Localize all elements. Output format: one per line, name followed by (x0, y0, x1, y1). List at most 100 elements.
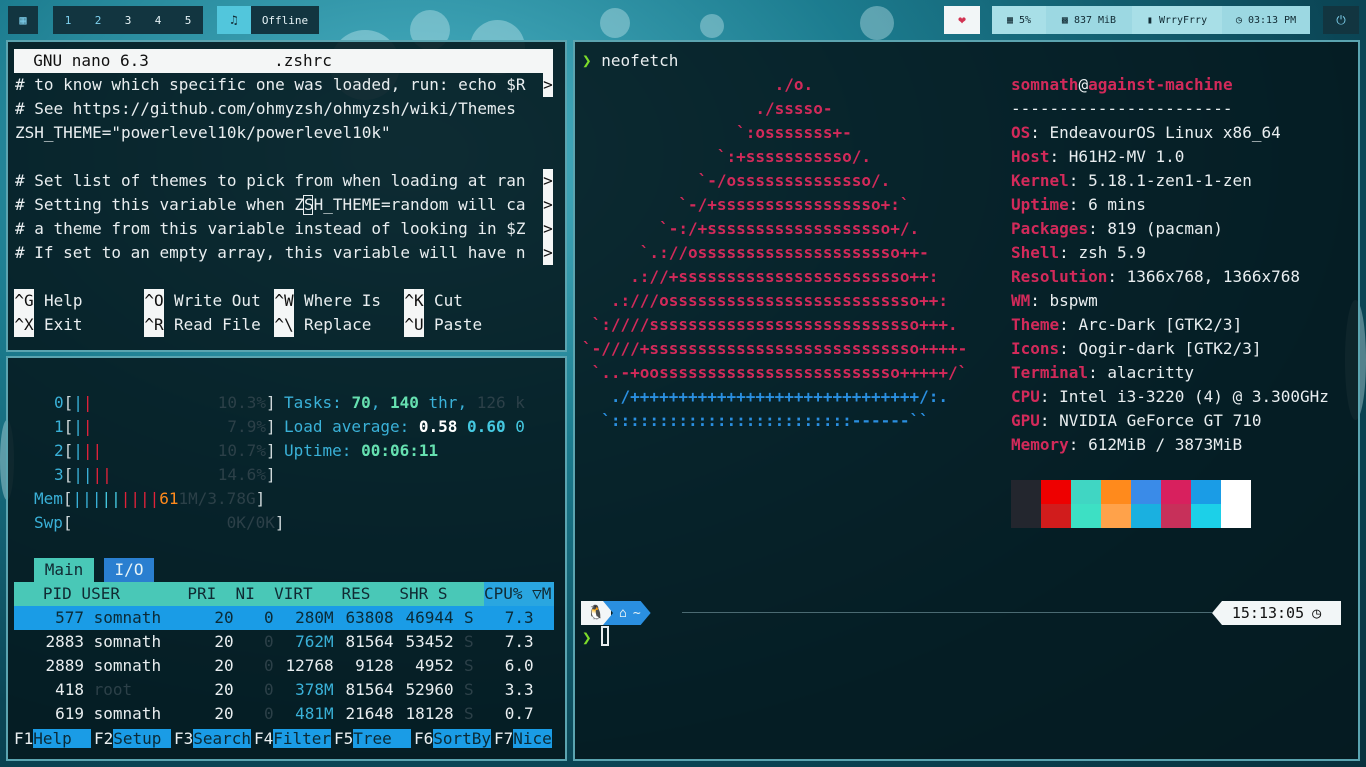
nano-title-bar: GNU nano 6.3 .zshrc (14, 49, 553, 73)
logo-art-line: .:///ossssssssssssssssssssssssso++: (582, 291, 949, 310)
neofetch-info-uptime: Uptime: 6 mins (1011, 195, 1146, 214)
neofetch-info-packages: Packages: 819 (pacman) (1011, 219, 1223, 238)
memory-widget: ▩ 837 MiB (1046, 6, 1132, 34)
menu-grid-icon[interactable]: ▦ (8, 6, 38, 34)
line-overflow-marker: > (543, 241, 553, 265)
cpu-meter-1: 1[|| 7.9%] (54, 417, 276, 436)
neofetch-info-cpu: CPU: Intel i3-3220 (4) @ 3.300GHz (1011, 387, 1329, 406)
workspace-switcher: 1 2 3 4 5 (53, 6, 203, 34)
color-swatch (1191, 480, 1221, 504)
line-overflow-marker: > (543, 193, 553, 217)
shortcut-label-read-file: Read File (174, 315, 261, 334)
prompt-arrow: ❯ (582, 628, 592, 647)
power-icon[interactable]: ⏻ (1323, 6, 1359, 34)
logo-art-line: `:::::::::::::::::::::::::------`` (582, 411, 929, 430)
cpu-icon: ▦ (1006, 14, 1019, 26)
shortcut-key-where-is[interactable]: ^W (274, 289, 294, 313)
neofetch-info-terminal: Terminal: alacritty (1011, 363, 1195, 382)
tab-main[interactable]: Main (34, 558, 94, 582)
line-overflow-marker: > (543, 217, 553, 241)
shortcut-key-read-file[interactable]: ^R (144, 313, 164, 337)
logo-art-line: `.://osssssssssssssssssssso++- (582, 243, 929, 262)
table-row-selected[interactable]: 577 somnath 20 0 280M 63808 46944 S 7.3 (14, 606, 554, 630)
memory-value: 837 MiB (1073, 14, 1117, 26)
prompt-dir: ~ (632, 605, 641, 621)
clock-time: 03:13 PM (1247, 14, 1297, 26)
color-swatch (1071, 504, 1101, 528)
neofetch-info-os: OS: EndeavourOS Linux x86_64 (1011, 123, 1281, 142)
workspace-3[interactable]: 3 (113, 6, 143, 34)
logo-art-line: `-////+ssssssssssssssssssssssssssso++++- (582, 339, 968, 358)
nano-line-1: # to know which specific one was loaded,… (15, 75, 526, 94)
music-note-icon[interactable]: ♫ (217, 6, 251, 34)
sort-column-cpu[interactable]: CPU% ▽M (484, 582, 554, 606)
color-swatch (1161, 480, 1191, 504)
user-widget: ▮ WrryFrry (1132, 6, 1222, 34)
workspace-4[interactable]: 4 (143, 6, 173, 34)
neofetch-info-host: Host: H61H2-MV 1.0 (1011, 147, 1185, 166)
cpu-meter-3: 3[|||| 14.6%] (54, 465, 276, 484)
music-status: Offline (251, 6, 319, 34)
shortcut-key-help[interactable]: ^G (14, 289, 34, 313)
neofetch-info-theme: Theme: Arc-Dark [GTK2/3] (1011, 315, 1243, 334)
nano-line-6: # Setting this variable when ZSH_THEME=r… (15, 195, 526, 214)
nano-line-3: ZSH_THEME="powerlevel10k/powerlevel10k" (15, 123, 391, 142)
shortcut-label-where-is: Where Is (304, 291, 382, 310)
clock-widget: ◷ 03:13 PM (1222, 6, 1310, 34)
shortcut-key-paste[interactable]: ^U (404, 313, 424, 337)
shortcut-label-write-out: Write Out (174, 291, 261, 310)
logo-art-line: ./++++++++++++++++++++++++++++++/:. (582, 387, 949, 406)
fkey-search[interactable]: F3Search (174, 727, 252, 751)
load-average: Load average: 0.58 0.60 0 (284, 417, 525, 436)
color-swatch (1161, 504, 1191, 528)
neofetch-separator: ----------------------- (1011, 99, 1233, 118)
heart-icon[interactable]: ❤ (944, 6, 980, 34)
nano-line-2: # See https://github.com/ohmyzsh/ohmyzsh… (15, 99, 516, 118)
neofetch-info-kernel: Kernel: 5.18.1-zen1-1-zen (1011, 171, 1252, 190)
logo-art-line: ./sssso- (582, 99, 833, 118)
shortcut-label-paste: Paste (434, 315, 483, 334)
line-overflow-marker: > (543, 169, 553, 193)
table-row[interactable]: 2889 somnath 20 0 12768 9128 4952 S 6.0 (14, 654, 554, 678)
fkey-tree[interactable]: F5Tree (334, 727, 412, 751)
workspace-5[interactable]: 5 (173, 6, 203, 34)
neofetch-info-resolution: Resolution: 1366x768, 1366x768 (1011, 267, 1300, 286)
shortcut-key-write-out[interactable]: ^O (144, 289, 164, 313)
fkey-help[interactable]: F1Help (14, 727, 92, 751)
signal-icon: ▮ (1146, 14, 1159, 26)
nano-line-5: # Set list of themes to pick from when l… (15, 171, 526, 190)
color-swatch (1191, 504, 1221, 528)
tasks-summary: Tasks: 70, 140 thr, 126 k (284, 393, 525, 412)
fkey-setup[interactable]: F2Setup (94, 727, 172, 751)
color-swatch (1041, 504, 1071, 528)
table-row[interactable]: 418 root 20 0 378M 81564 52960 S 3.3 (14, 678, 554, 702)
logo-art-line: `-/+sssssssssssssssso+:` (582, 195, 910, 214)
table-row[interactable]: 619 somnath 20 0 481M 21648 18128 S 0.7 (14, 702, 554, 726)
shortcut-key-replace[interactable]: ^\ (274, 313, 294, 337)
prompt-divider-line (682, 612, 1212, 613)
neofetch-info-memory: Memory: 612MiB / 3873MiB (1011, 435, 1243, 454)
logo-art-line: `-:/+sssssssssssssssssso+/. (582, 219, 920, 238)
neofetch-user-host: somnath@against-machine (1011, 75, 1233, 94)
logo-art-line: `..-+oosssssssssssssssssssssssso+++++/` (582, 363, 968, 382)
workspace-1[interactable]: 1 (53, 6, 83, 34)
table-row[interactable]: 2883 somnath 20 0 762M 81564 53452 S 7.3 (14, 630, 554, 654)
shortcut-key-exit[interactable]: ^X (14, 313, 34, 337)
memory-meter: Mem[|||||||||611M/3.78G] (34, 489, 266, 508)
memory-icon: ▩ (1061, 14, 1074, 26)
fkey-nice[interactable]: F7Nice (494, 727, 552, 751)
fkey-sortby[interactable]: F6SortBy (414, 727, 492, 751)
fkey-filter[interactable]: F4Filter (254, 727, 332, 751)
tab-io[interactable]: I/O (104, 558, 154, 582)
clock-icon: ◷ (1235, 14, 1248, 26)
neofetch-info-gpu: GPU: NVIDIA GeForce GT 710 (1011, 411, 1262, 430)
nano-cursor (303, 195, 313, 215)
color-swatch (1071, 480, 1101, 504)
shortcut-key-cut[interactable]: ^K (404, 289, 424, 313)
terminal-cursor[interactable] (601, 626, 609, 646)
workspace-2[interactable]: 2 (83, 6, 113, 34)
color-swatch (1131, 480, 1161, 504)
prompt-segment-left: 🐧 ⌂ ~ (581, 601, 651, 625)
neofetch-info-wm: WM: bspwm (1011, 291, 1098, 310)
process-table-header[interactable]: PID USER PRI NI VIRT RES SHR S (14, 582, 554, 606)
